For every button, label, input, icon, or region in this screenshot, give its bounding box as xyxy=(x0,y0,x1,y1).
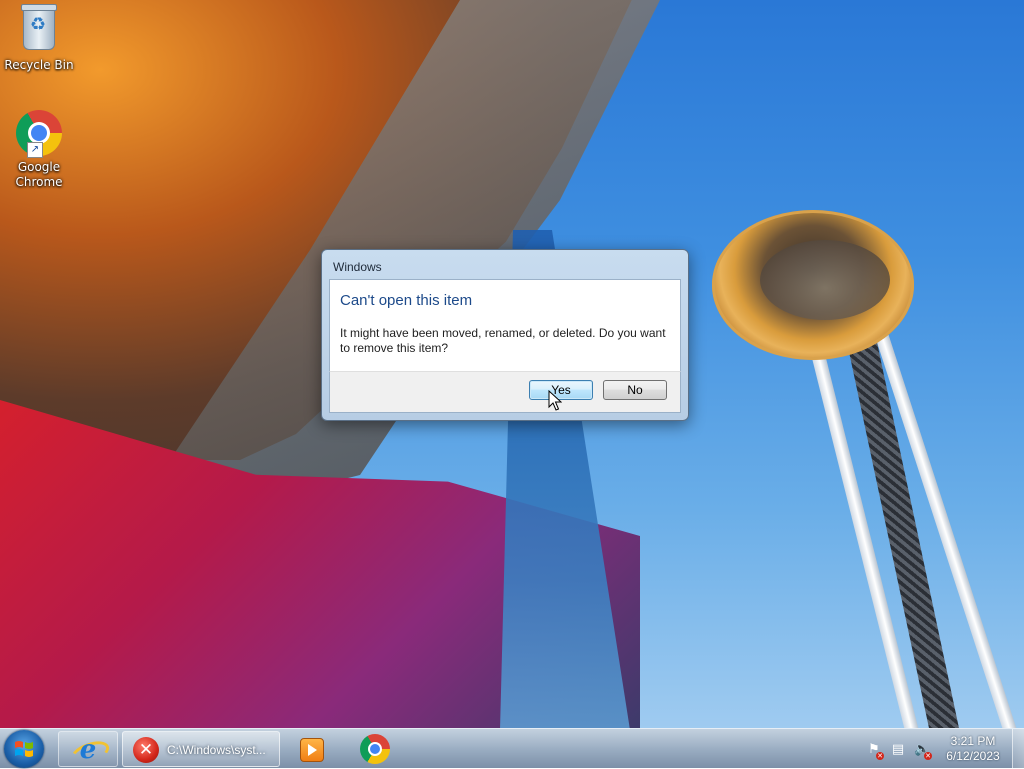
chrome-icon xyxy=(360,734,390,764)
desktop-icon-label: Google Chrome xyxy=(15,160,63,189)
taskbar-item-chrome[interactable] xyxy=(346,731,404,767)
dialog-heading: Can't open this item xyxy=(340,292,473,309)
clock-time: 3:21 PM xyxy=(950,734,996,748)
taskbar: e ✕ C:\Windows\syst... ⚑ ✕ ▤ 🔈 ✕ 3:21 PM 6… xyxy=(0,728,1024,769)
network-icon[interactable]: ▤ xyxy=(890,742,906,758)
dialog-content: Can't open this item It might have been … xyxy=(329,279,681,373)
internet-explorer-icon: e xyxy=(79,735,97,765)
taskbar-item-label: C:\Windows\syst... xyxy=(167,743,266,757)
desktop[interactable]: Recycle Bin ↗ Google Chrome Windows Can'… xyxy=(0,0,1024,728)
start-button[interactable] xyxy=(4,730,44,768)
error-icon: ✕ xyxy=(133,737,159,763)
recycle-bin-icon xyxy=(15,4,63,56)
error-dialog: Windows Can't open this item It might ha… xyxy=(321,249,689,421)
dialog-message: It might have been moved, renamed, or de… xyxy=(340,326,666,355)
show-desktop-button[interactable] xyxy=(1012,729,1024,768)
volume-muted-icon[interactable]: 🔈 ✕ xyxy=(914,742,932,760)
desktop-icon-label: Recycle Bin xyxy=(4,58,74,72)
system-clock[interactable]: 3:21 PM 6/12/2023 xyxy=(940,734,1006,764)
space-needle-saucer-inner xyxy=(760,240,890,320)
chrome-icon: ↗ xyxy=(15,110,63,158)
desktop-icon-recycle-bin[interactable]: Recycle Bin xyxy=(2,4,76,73)
dialog-title: Windows xyxy=(333,260,382,274)
dialog-button-bar: Yes No xyxy=(329,371,681,413)
taskbar-item-error-window[interactable]: ✕ C:\Windows\syst... xyxy=(122,731,280,767)
windows-media-player-icon xyxy=(300,738,324,762)
shortcut-arrow-icon: ↗ xyxy=(27,142,43,158)
taskbar-item-internet-explorer[interactable]: e xyxy=(58,731,118,769)
action-center-flag-icon[interactable]: ⚑ ✕ xyxy=(866,742,884,760)
desktop-icon-google-chrome[interactable]: ↗ Google Chrome xyxy=(2,110,76,190)
clock-date: 6/12/2023 xyxy=(946,749,1000,763)
no-button[interactable]: No xyxy=(603,380,667,400)
taskbar-item-media-player[interactable] xyxy=(284,731,340,767)
windows-logo-icon xyxy=(15,741,33,757)
